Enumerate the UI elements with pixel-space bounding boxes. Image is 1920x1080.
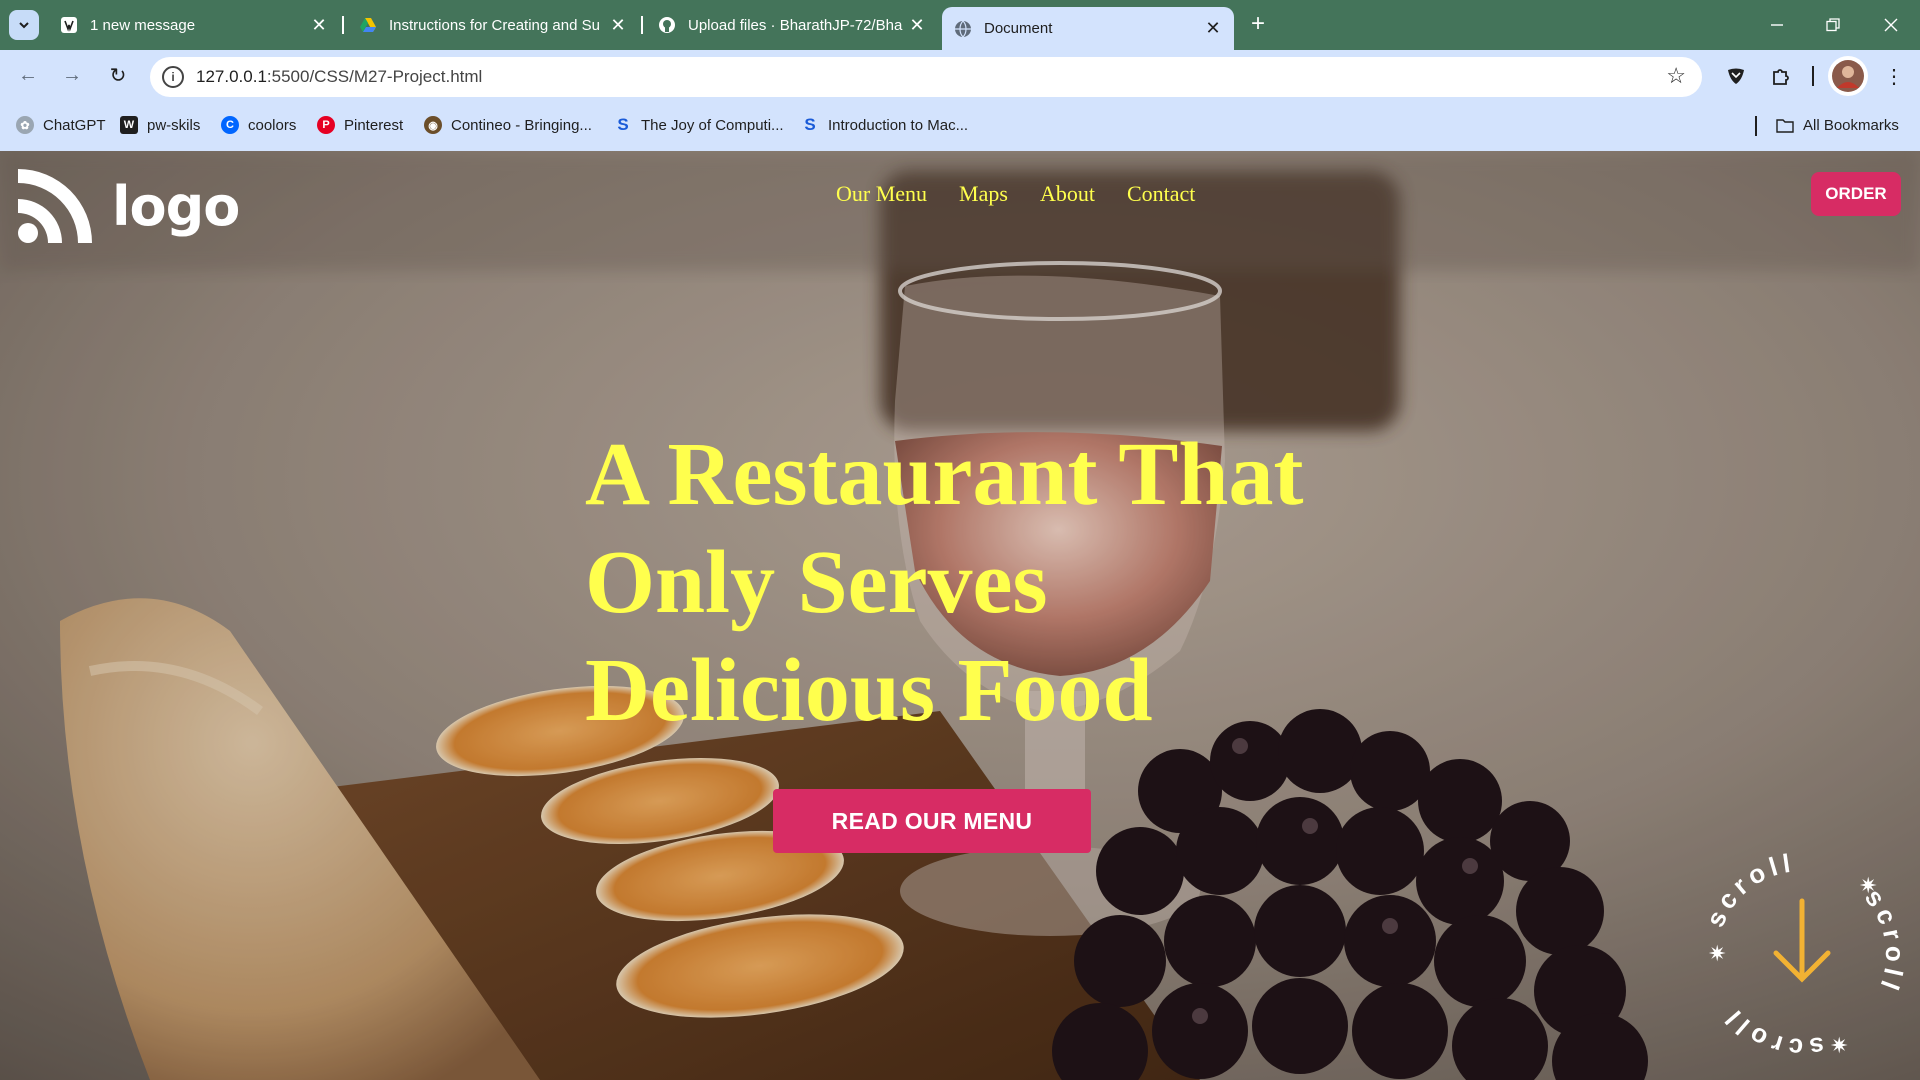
close-tab-icon[interactable]: ✕ bbox=[1204, 18, 1222, 39]
pinterest-icon: P bbox=[317, 116, 335, 134]
bookmark-label: coolors bbox=[248, 116, 297, 134]
extension-icon[interactable] bbox=[1720, 60, 1752, 92]
tab-search-button[interactable] bbox=[9, 10, 39, 40]
extensions-puzzle-icon[interactable] bbox=[1765, 60, 1797, 92]
swayam-icon: S bbox=[617, 115, 629, 134]
order-button[interactable]: ORDER bbox=[1811, 172, 1901, 216]
svg-text:scroll: scroll bbox=[1716, 1001, 1826, 1063]
minimize-button[interactable] bbox=[1749, 0, 1805, 50]
rss-logo-icon bbox=[18, 169, 92, 243]
read-menu-button[interactable]: READ OUR MENU bbox=[773, 789, 1091, 853]
hero-line-3: Delicious Food bbox=[585, 641, 1153, 740]
minimize-icon bbox=[1771, 24, 1783, 26]
url-path: :5500/CSS/M27-Project.html bbox=[266, 67, 483, 86]
tab-title: Instructions for Creating and Su bbox=[389, 16, 600, 34]
pw-icon: W bbox=[120, 116, 138, 134]
scroll-circular-text: scroll scroll scroll bbox=[1700, 847, 1910, 1063]
svg-text:scroll: scroll bbox=[1700, 847, 1797, 931]
arrow-right-icon: → bbox=[62, 63, 82, 86]
coolors-icon: C bbox=[221, 116, 239, 134]
chatgpt-icon: ✿ bbox=[16, 116, 34, 134]
hero-line-2: Only Serves bbox=[585, 533, 1048, 632]
site-info-icon[interactable]: i bbox=[162, 66, 184, 88]
tab-title: Upload files · BharathJP-72/Bha bbox=[688, 16, 903, 34]
bookmark-pw-skils[interactable]: Wpw-skils bbox=[120, 116, 200, 134]
arrow-left-icon: ← bbox=[18, 63, 38, 86]
bookmarks-divider bbox=[1755, 116, 1757, 136]
all-bookmarks-button[interactable]: All Bookmarks bbox=[1776, 116, 1899, 134]
logo-text: logo bbox=[112, 174, 240, 238]
tab-1[interactable]: 1 new message ✕ bbox=[48, 7, 340, 43]
forward-button[interactable]: → bbox=[58, 61, 86, 89]
globe-icon bbox=[954, 20, 972, 38]
contineo-icon: ◉ bbox=[424, 116, 442, 134]
reload-button[interactable]: ↻ bbox=[104, 61, 132, 89]
nav-our-menu[interactable]: Our Menu bbox=[836, 181, 927, 207]
bookmark-contineo[interactable]: ◉ Contineo - Bringing... bbox=[424, 116, 592, 134]
svg-text:scroll: scroll bbox=[1859, 883, 1910, 999]
tab-divider bbox=[641, 16, 643, 34]
arrow-down-icon bbox=[1773, 898, 1831, 983]
wordpress-icon bbox=[60, 16, 78, 34]
scroll-text-2: scroll bbox=[1859, 883, 1905, 999]
hero-headline: A Restaurant That Only Serves Delicious … bbox=[585, 421, 1385, 745]
bookmark-star-icon[interactable]: ☆ bbox=[1666, 63, 1686, 89]
hero-line-1: A Restaurant That bbox=[585, 425, 1304, 524]
restaurant-landing-page: logo Our Menu Maps About Contact ORDER A… bbox=[0, 151, 1920, 1080]
scroll-text-1: scroll bbox=[1700, 847, 1792, 931]
address-bar[interactable]: i 127.0.0.1:5500/CSS/M27-Project.html ☆ bbox=[150, 57, 1702, 97]
close-tab-icon[interactable]: ✕ bbox=[908, 15, 926, 36]
tab-3[interactable]: Upload files · BharathJP-72/Bha ✕ bbox=[646, 7, 938, 43]
reload-icon: ↻ bbox=[109, 64, 127, 87]
github-icon bbox=[658, 16, 676, 34]
bookmark-label: The Joy of Computi... bbox=[641, 116, 784, 134]
nav-contact[interactable]: Contact bbox=[1127, 181, 1195, 207]
restore-button[interactable] bbox=[1805, 0, 1861, 50]
bookmarks-bar: ✿ ChatGPT Wpw-skils Ccoolors P Pinterest ◉… bbox=[0, 100, 1920, 151]
browser-menu-icon[interactable]: ⋮ bbox=[1878, 60, 1910, 92]
bookmark-chatgpt[interactable]: ✿ ChatGPT bbox=[16, 116, 106, 134]
bookmark-coolors[interactable]: Ccoolors bbox=[221, 116, 296, 134]
bookmark-label: ChatGPT bbox=[43, 116, 106, 134]
close-window-button[interactable] bbox=[1861, 0, 1920, 50]
bookmark-intro-machine[interactable]: S Introduction to Mac... bbox=[801, 115, 969, 134]
profile-avatar[interactable] bbox=[1828, 56, 1868, 96]
nav-about[interactable]: About bbox=[1040, 181, 1095, 207]
new-tab-button[interactable]: + bbox=[1244, 11, 1272, 39]
svg-text:✷: ✷ bbox=[1708, 942, 1726, 967]
back-button[interactable]: ← bbox=[14, 61, 42, 89]
close-tab-icon[interactable]: ✕ bbox=[310, 15, 328, 36]
scroll-text-3: scroll bbox=[1716, 1001, 1821, 1063]
bookmark-pinterest[interactable]: P Pinterest bbox=[317, 116, 403, 134]
folder-icon bbox=[1776, 116, 1794, 134]
close-icon bbox=[1884, 18, 1897, 32]
main-nav: Our Menu Maps About Contact bbox=[836, 181, 1195, 207]
bookmark-label: Pinterest bbox=[344, 116, 404, 134]
nav-maps[interactable]: Maps bbox=[959, 181, 1008, 207]
tab-title: 1 new message bbox=[90, 16, 196, 34]
scroll-indicator[interactable]: scroll scroll scroll ✷ ✷ ✷ bbox=[1688, 841, 1916, 1069]
url-host: 127.0.0.1 bbox=[196, 67, 267, 86]
svg-text:✷: ✷ bbox=[1830, 1034, 1848, 1059]
bookmark-label: Introduction to Mac... bbox=[828, 116, 969, 134]
url-text[interactable]: 127.0.0.1:5500/CSS/M27-Project.html bbox=[196, 67, 482, 87]
tab-4-active[interactable]: Document ✕ bbox=[942, 7, 1234, 50]
restore-icon bbox=[1826, 18, 1840, 32]
swayam-icon: S bbox=[804, 115, 816, 134]
site-logo[interactable]: logo bbox=[18, 169, 240, 243]
tab-divider bbox=[342, 16, 344, 34]
browser-tab-strip: 1 new message ✕ Instructions for Creatin… bbox=[0, 0, 1920, 50]
toolbar-divider bbox=[1812, 66, 1814, 86]
bookmark-label: All Bookmarks bbox=[1803, 116, 1899, 134]
bookmark-label: Contineo - Bringing... bbox=[451, 116, 592, 134]
bookmark-label: pw-skils bbox=[147, 116, 201, 134]
close-tab-icon[interactable]: ✕ bbox=[609, 15, 627, 36]
svg-text:✷: ✷ bbox=[1859, 874, 1877, 899]
tab-2[interactable]: Instructions for Creating and Su ✕ bbox=[347, 7, 639, 43]
bookmark-joy-of-computing[interactable]: S The Joy of Computi... bbox=[614, 115, 784, 134]
chevron-down-icon bbox=[19, 22, 29, 29]
google-drive-icon bbox=[359, 16, 377, 34]
tab-title: Document bbox=[984, 20, 1053, 37]
